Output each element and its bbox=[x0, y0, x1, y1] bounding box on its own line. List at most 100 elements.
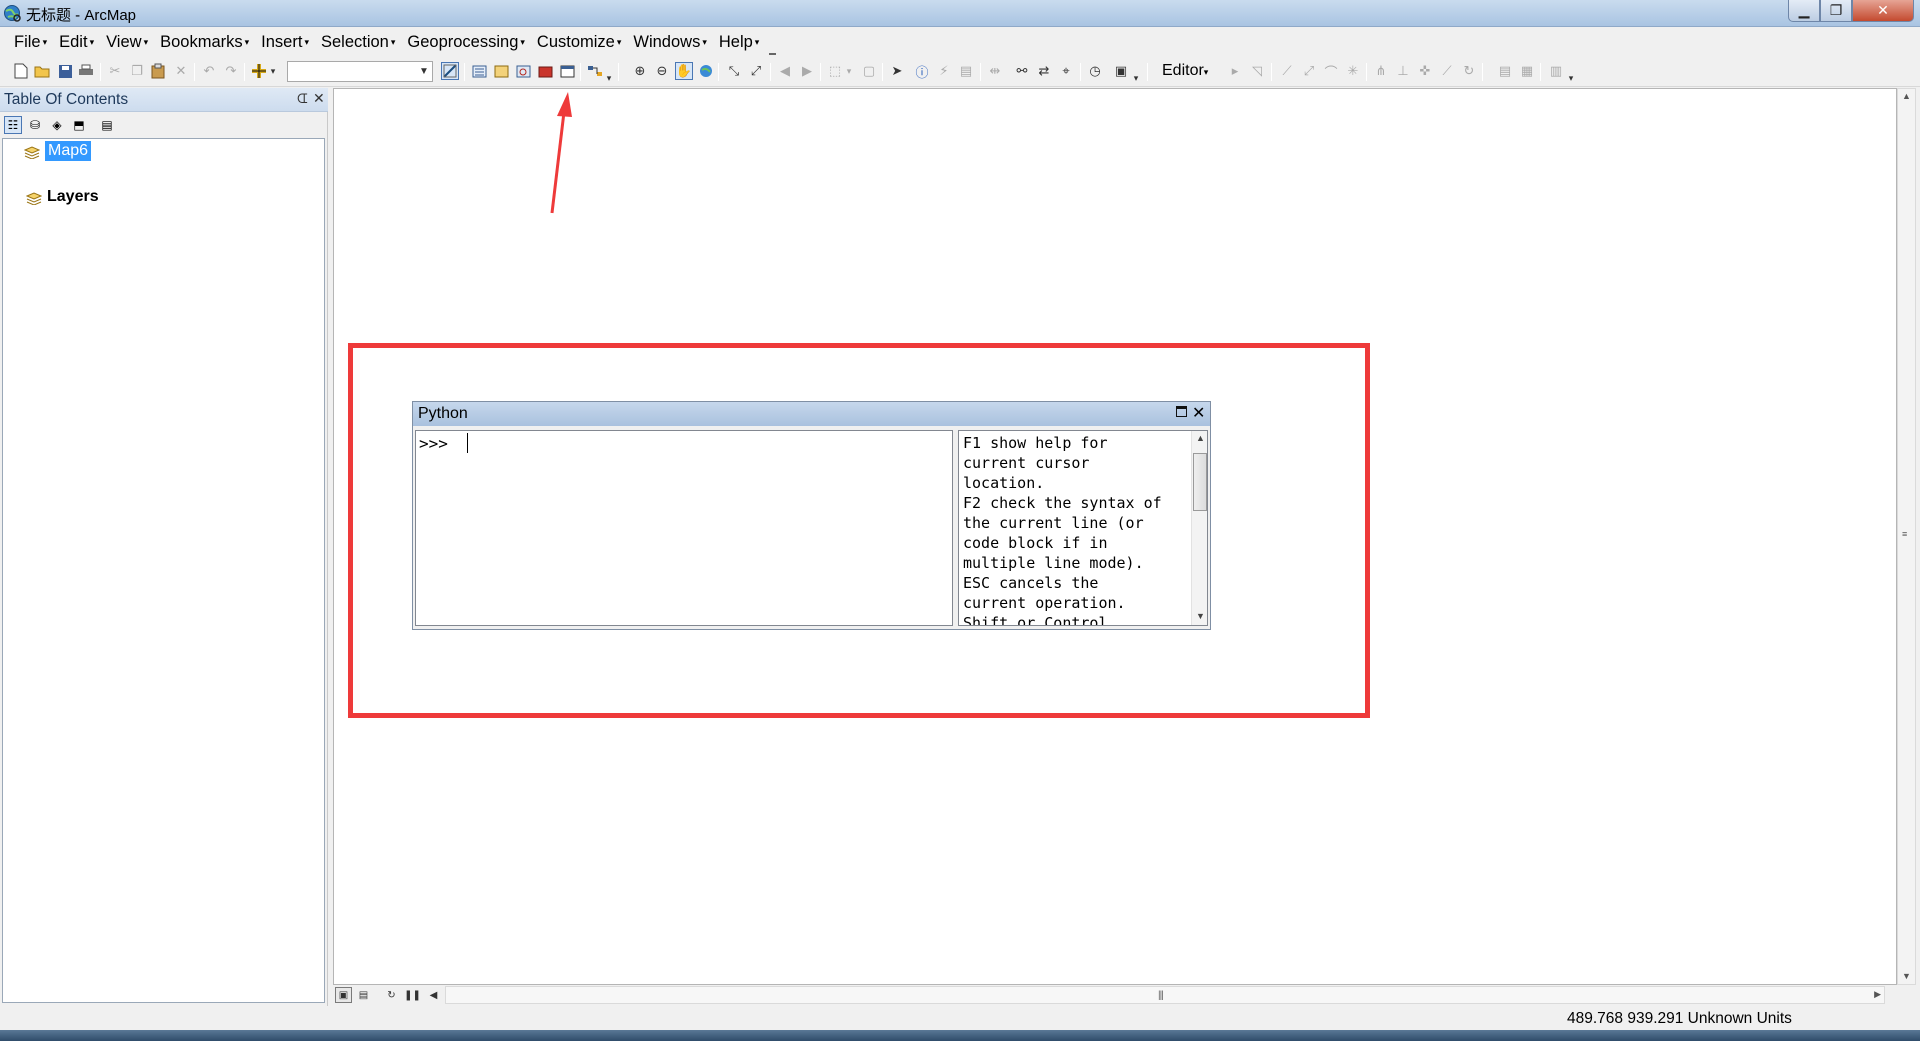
back-extent-icon[interactable]: ◀ bbox=[776, 62, 794, 80]
maximize-button[interactable]: ❐ bbox=[1820, 0, 1852, 22]
new-document-icon[interactable] bbox=[12, 62, 30, 80]
split-icon[interactable]: ⟋ bbox=[1438, 62, 1456, 80]
data-view-icon[interactable]: ▣ bbox=[335, 987, 352, 1003]
chevron-down-icon[interactable]: ▼ bbox=[416, 62, 432, 81]
pan-hand-icon[interactable]: ✋ bbox=[675, 62, 693, 80]
undo-icon[interactable]: ↶ bbox=[200, 62, 218, 80]
select-features-icon[interactable]: ⬚ bbox=[826, 62, 844, 80]
hyperlink-icon[interactable]: ⚡ bbox=[935, 62, 953, 80]
pin-icon[interactable]: ᗭ bbox=[297, 91, 308, 107]
layout-view-icon[interactable]: ▤ bbox=[355, 987, 372, 1003]
select-dropdown-icon[interactable]: ▾ bbox=[845, 62, 853, 80]
menu-edit-label: Edit bbox=[59, 32, 88, 51]
forward-extent-icon[interactable]: ▶ bbox=[798, 62, 816, 80]
map-scale-combobox[interactable]: ▼ bbox=[287, 61, 433, 82]
scroll-thumb-grip-icon[interactable]: ≡ bbox=[1902, 529, 1907, 539]
endpoint-arc-icon[interactable]: ⤢ bbox=[1300, 62, 1318, 80]
html-popup-icon[interactable]: ▤ bbox=[957, 62, 975, 80]
scroll-thumb-grip-icon[interactable]: ||| bbox=[1158, 990, 1164, 1001]
toolbar-options-grip[interactable] bbox=[769, 41, 777, 55]
toolbar-overflow-icon[interactable]: ▾ bbox=[605, 69, 613, 87]
print-icon[interactable] bbox=[77, 62, 95, 80]
delete-icon[interactable]: ✕ bbox=[172, 62, 190, 80]
create-features-icon[interactable]: ▥ bbox=[1547, 62, 1565, 80]
menu-selection[interactable]: Selection ▾ bbox=[313, 33, 399, 52]
toolbar-overflow-icon-2[interactable]: ▾ bbox=[1132, 69, 1140, 87]
minimize-button[interactable]: ▁ bbox=[1788, 0, 1820, 22]
list-by-drawing-order-icon[interactable]: ☷ bbox=[4, 116, 22, 134]
find-binoculars-icon[interactable]: ⚯ bbox=[1013, 62, 1031, 80]
search-window-icon[interactable] bbox=[514, 62, 532, 80]
rotate-icon[interactable]: ↻ bbox=[1460, 62, 1478, 80]
fixed-zoom-out-icon[interactable]: ⤢ bbox=[747, 62, 765, 80]
attributes-icon[interactable]: ▤ bbox=[1496, 62, 1514, 80]
menu-bookmarks[interactable]: Bookmarks ▾ bbox=[152, 33, 253, 52]
full-extent-globe-icon[interactable] bbox=[697, 62, 715, 80]
chevron-down-icon: ▾ bbox=[244, 36, 250, 47]
copy-icon[interactable]: ❐ bbox=[128, 62, 146, 80]
layers-icon bbox=[26, 192, 42, 205]
list-by-selection-icon[interactable]: ⬒ bbox=[70, 116, 88, 134]
sketch-properties-icon[interactable]: ▦ bbox=[1518, 62, 1536, 80]
editor-menu[interactable]: Editor▾ bbox=[1162, 62, 1208, 80]
toc-item-layers[interactable]: Layers bbox=[47, 188, 99, 206]
create-viewer-window-icon[interactable]: ▣ bbox=[1112, 62, 1130, 80]
list-by-source-icon[interactable]: ⛁ bbox=[26, 116, 44, 134]
toc-item-map6[interactable]: Map6 bbox=[45, 141, 92, 161]
table-of-contents-icon[interactable] bbox=[470, 62, 488, 80]
redo-icon[interactable]: ↷ bbox=[222, 62, 240, 80]
go-to-xy-icon[interactable]: ⌖ bbox=[1057, 62, 1075, 80]
add-data-icon[interactable] bbox=[250, 62, 268, 80]
edit-annotation-icon[interactable]: ◹ bbox=[1248, 62, 1266, 80]
menu-help[interactable]: Help ▾ bbox=[711, 33, 763, 52]
edit-vertices-icon[interactable]: ⋔ bbox=[1372, 62, 1390, 80]
refresh-view-icon[interactable]: ↻ bbox=[383, 987, 400, 1003]
reshape-icon[interactable]: ⊥ bbox=[1394, 62, 1412, 80]
paste-icon[interactable] bbox=[149, 62, 167, 80]
menu-insert[interactable]: Insert ▾ bbox=[253, 33, 313, 52]
identify-icon[interactable]: ⓘ bbox=[913, 62, 931, 80]
save-icon[interactable] bbox=[56, 62, 74, 80]
editor-toolbar-icon[interactable] bbox=[441, 62, 459, 80]
scroll-left-icon[interactable]: ◀ bbox=[425, 987, 442, 1003]
time-slider-icon[interactable]: ◷ bbox=[1086, 62, 1104, 80]
arctoolbox-icon[interactable] bbox=[536, 62, 554, 80]
menu-geoprocessing[interactable]: Geoprocessing ▾ bbox=[399, 33, 529, 52]
close-window-button[interactable]: ✕ bbox=[1852, 0, 1914, 22]
scroll-up-icon[interactable]: ▲ bbox=[1902, 91, 1911, 101]
point-icon[interactable]: ✳ bbox=[1344, 62, 1362, 80]
map-horizontal-scrollbar[interactable]: ||| ▶ bbox=[445, 986, 1885, 1004]
os-taskbar-strip bbox=[0, 1030, 1920, 1041]
list-by-visibility-icon[interactable]: ◈ bbox=[48, 116, 66, 134]
select-elements-arrow-icon[interactable]: ➤ bbox=[888, 62, 906, 80]
toolbar-overflow-icon-3[interactable]: ▾ bbox=[1567, 69, 1575, 87]
toc-options-icon[interactable]: ▤ bbox=[98, 116, 116, 134]
straight-segment-icon[interactable]: ⟋ bbox=[1278, 62, 1296, 80]
measure-icon[interactable]: ⇹ bbox=[986, 62, 1004, 80]
menu-customize[interactable]: Customize ▾ bbox=[529, 33, 625, 52]
clear-selection-icon[interactable]: ▢ bbox=[860, 62, 878, 80]
python-window-button[interactable] bbox=[558, 62, 576, 80]
find-route-icon[interactable]: ⇄ bbox=[1035, 62, 1053, 80]
scroll-right-icon[interactable]: ▶ bbox=[1874, 989, 1881, 1000]
zoom-out-icon[interactable]: ⊖ bbox=[653, 62, 671, 80]
menu-view[interactable]: View ▾ bbox=[98, 33, 152, 52]
red-arrow-annotation bbox=[550, 92, 572, 214]
menu-file[interactable]: File ▾ bbox=[6, 33, 51, 52]
add-data-dropdown-icon[interactable]: ▾ bbox=[268, 62, 278, 80]
fixed-zoom-in-icon[interactable]: ⤡ bbox=[725, 62, 743, 80]
trace-icon[interactable]: ⌒ bbox=[1322, 62, 1340, 80]
zoom-in-icon[interactable]: ⊕ bbox=[631, 62, 649, 80]
open-folder-icon[interactable] bbox=[33, 62, 51, 80]
map-vertical-scrollbar[interactable]: ▲ ≡ ▼ bbox=[1897, 88, 1916, 985]
menu-edit[interactable]: Edit ▾ bbox=[51, 33, 98, 52]
cut-polygons-icon[interactable]: ✜ bbox=[1416, 62, 1434, 80]
edit-tool-icon[interactable]: ▸ bbox=[1226, 62, 1244, 80]
catalog-window-icon[interactable] bbox=[492, 62, 510, 80]
pause-drawing-icon[interactable]: ❚❚ bbox=[404, 987, 421, 1003]
cut-icon[interactable]: ✂ bbox=[106, 62, 124, 80]
close-panel-icon[interactable]: ✕ bbox=[313, 90, 325, 107]
menu-windows[interactable]: Windows ▾ bbox=[625, 33, 710, 52]
scroll-down-icon[interactable]: ▼ bbox=[1902, 971, 1911, 981]
model-builder-icon[interactable] bbox=[586, 62, 604, 80]
